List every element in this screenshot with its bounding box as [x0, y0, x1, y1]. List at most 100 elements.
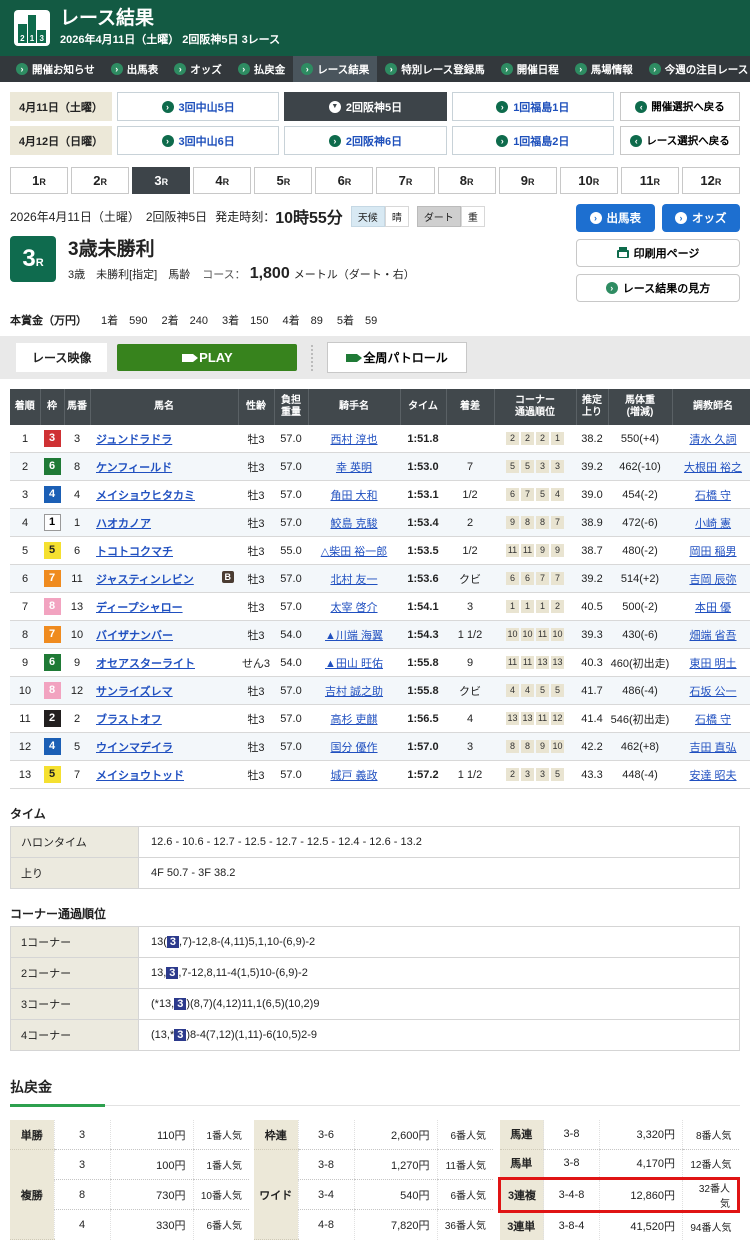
horse-name-link[interactable]: ブラストオフ — [96, 714, 162, 726]
horse-name-link[interactable]: メイショウヒタカミ — [96, 490, 195, 502]
finish-position: 9 — [10, 649, 40, 677]
horse-name-link[interactable]: ディープシャロー — [96, 602, 183, 614]
entries-button[interactable]: ›出馬表 — [576, 204, 655, 232]
meeting-button[interactable]: ›1回福島2日 — [452, 126, 614, 155]
waku-number: 5 — [44, 542, 61, 559]
back-button[interactable]: ‹レース選択へ戻る — [620, 126, 740, 155]
margin: 3 — [446, 593, 494, 621]
trainer-link[interactable]: 大根田 裕之 — [684, 462, 742, 474]
horse-name-link[interactable]: ケンフィールド — [96, 462, 172, 474]
nav-item[interactable]: ›開催お知らせ — [8, 56, 103, 82]
horse-number: 6 — [64, 537, 90, 565]
jockey-link[interactable]: 北村 友一 — [330, 574, 377, 586]
horse-name-link[interactable]: ジャスティンレビン — [96, 574, 194, 586]
nav-item[interactable]: ›出馬表 — [103, 56, 167, 82]
corner-position-box: 6 — [521, 572, 534, 585]
trainer-link[interactable]: 吉田 直弘 — [689, 742, 736, 754]
race-tab-10r[interactable]: 10R — [560, 167, 618, 194]
carried-weight: 54.0 — [274, 649, 308, 677]
horse-name-link[interactable]: ウインマデイラ — [96, 742, 173, 754]
jockey-link[interactable]: ▲田山 旺佑 — [325, 658, 383, 670]
trainer-link[interactable]: 本田 優 — [695, 602, 731, 614]
play-button[interactable]: PLAY — [117, 344, 297, 371]
trainer-link[interactable]: 石坂 公一 — [689, 686, 736, 698]
jockey-link[interactable]: 鮫島 克駿 — [330, 518, 377, 530]
race-tab-1r[interactable]: 1R — [10, 167, 68, 194]
print-page-button[interactable]: 印刷用ページ — [576, 239, 740, 267]
trainer-link[interactable]: 吉岡 辰弥 — [689, 574, 736, 586]
finish-time: 1:53.4 — [400, 509, 446, 537]
trainer-link[interactable]: 石橋 守 — [695, 714, 731, 726]
blinker-badge: B — [222, 571, 235, 583]
track-condition: 重 — [461, 206, 485, 227]
jockey-link[interactable]: 吉村 誠之助 — [325, 686, 383, 698]
payout-amount: 330円 — [110, 1210, 193, 1240]
trainer-link[interactable]: 畑端 省吾 — [689, 630, 736, 642]
race-tab-12r[interactable]: 12R — [682, 167, 740, 194]
trainer-link[interactable]: 安達 昭夫 — [689, 770, 736, 782]
meeting-button[interactable]: ›3回中山5日 — [117, 92, 279, 121]
horse-name-link[interactable]: メイショウトッド — [96, 770, 184, 782]
trainer-link[interactable]: 清水 久詞 — [689, 434, 736, 446]
race-tab-6r[interactable]: 6R — [315, 167, 373, 194]
trainer-link[interactable]: 石橋 守 — [695, 490, 731, 502]
jockey-link[interactable]: 高杉 吏麒 — [330, 714, 377, 726]
nav-item[interactable]: ›開催日程 — [493, 56, 567, 82]
date-label: 4月11日（土曜） — [10, 92, 112, 121]
nav-item[interactable]: ›オッズ — [166, 56, 230, 82]
horse-name-link[interactable]: オセアスターライト — [96, 658, 195, 670]
horse-name-link[interactable]: トコトコクマチ — [96, 546, 173, 558]
trainer-link[interactable]: 東田 明土 — [689, 658, 736, 670]
nav-item[interactable]: ›馬場情報 — [567, 56, 641, 82]
jockey-link[interactable]: 角田 大和 — [330, 490, 377, 502]
odds-button[interactable]: ›オッズ — [662, 204, 741, 232]
jockey-link[interactable]: 国分 優作 — [330, 742, 377, 754]
patrol-video-button[interactable]: 全周パトロール — [327, 342, 466, 373]
corner-position-box: 9 — [506, 516, 519, 529]
time-table: ハロンタイム12.6 - 10.6 - 12.7 - 12.5 - 12.7 -… — [10, 826, 740, 889]
race-tab-4r[interactable]: 4R — [193, 167, 251, 194]
result-guide-button[interactable]: ›レース結果の見方 — [576, 274, 740, 302]
back-icon: ‹ — [630, 135, 642, 147]
payout-row: 単勝3110円1番人気 — [10, 1120, 249, 1150]
horse-name-link[interactable]: バイザナンバー — [96, 630, 173, 642]
race-tab-3r[interactable]: 3R — [132, 167, 190, 194]
jockey-link[interactable]: 城戸 義政 — [330, 770, 377, 782]
horse-name-link[interactable]: サンライズレマ — [96, 686, 173, 698]
nav-item[interactable]: ›払戻金 — [230, 56, 294, 82]
trainer-link[interactable]: 小崎 憲 — [695, 518, 731, 530]
corner-positions: 5533 — [494, 453, 576, 481]
table-row: 344メイショウヒタカミ牡357.0角田 大和1:53.11/2675439.0… — [10, 481, 750, 509]
race-tab-9r[interactable]: 9R — [499, 167, 557, 194]
race-tab-8r[interactable]: 8R — [438, 167, 496, 194]
meeting-button[interactable]: ›3回中山6日 — [117, 126, 279, 155]
jockey-link[interactable]: 太宰 啓介 — [330, 602, 377, 614]
sex-age: 牡3 — [238, 509, 274, 537]
jockey-link[interactable]: 西村 淳也 — [330, 434, 377, 446]
nav-item[interactable]: ›レース結果 — [293, 56, 377, 82]
race-tab-11r[interactable]: 11R — [621, 167, 679, 194]
nav-item[interactable]: ›特別レース登録馬 — [377, 56, 492, 82]
race-tab-7r[interactable]: 7R — [376, 167, 434, 194]
video-camera-icon — [182, 354, 193, 362]
column-header: 調教師名 — [672, 389, 750, 425]
corner-position-box: 8 — [521, 516, 534, 529]
corner-position-box: 4 — [521, 684, 534, 697]
race-tab-2r[interactable]: 2R — [71, 167, 129, 194]
horse-number: 9 — [64, 649, 90, 677]
meeting-button[interactable]: ▼2回阪神5日 — [284, 92, 446, 121]
last-3f: 43.3 — [576, 761, 608, 789]
carried-weight: 57.0 — [274, 593, 308, 621]
meeting-button[interactable]: ›1回福島1日 — [452, 92, 614, 121]
payout-row: 3連単3-8-441,520円94番人気 — [500, 1211, 739, 1240]
race-tab-5r[interactable]: 5R — [254, 167, 312, 194]
trainer-link[interactable]: 岡田 稲男 — [689, 546, 736, 558]
jockey-link[interactable]: △柴田 裕一郎 — [321, 546, 388, 558]
jockey-link[interactable]: 幸 英明 — [336, 462, 372, 474]
horse-name-link[interactable]: ジュンドラドラ — [96, 434, 172, 446]
horse-name-link[interactable]: ハオカノア — [96, 518, 151, 530]
back-button[interactable]: ‹開催選択へ戻る — [620, 92, 740, 121]
jockey-link[interactable]: ▲川端 海翼 — [325, 630, 383, 642]
meeting-button[interactable]: ›2回阪神6日 — [284, 126, 446, 155]
nav-item[interactable]: ›今週の注目レース — [641, 56, 750, 82]
